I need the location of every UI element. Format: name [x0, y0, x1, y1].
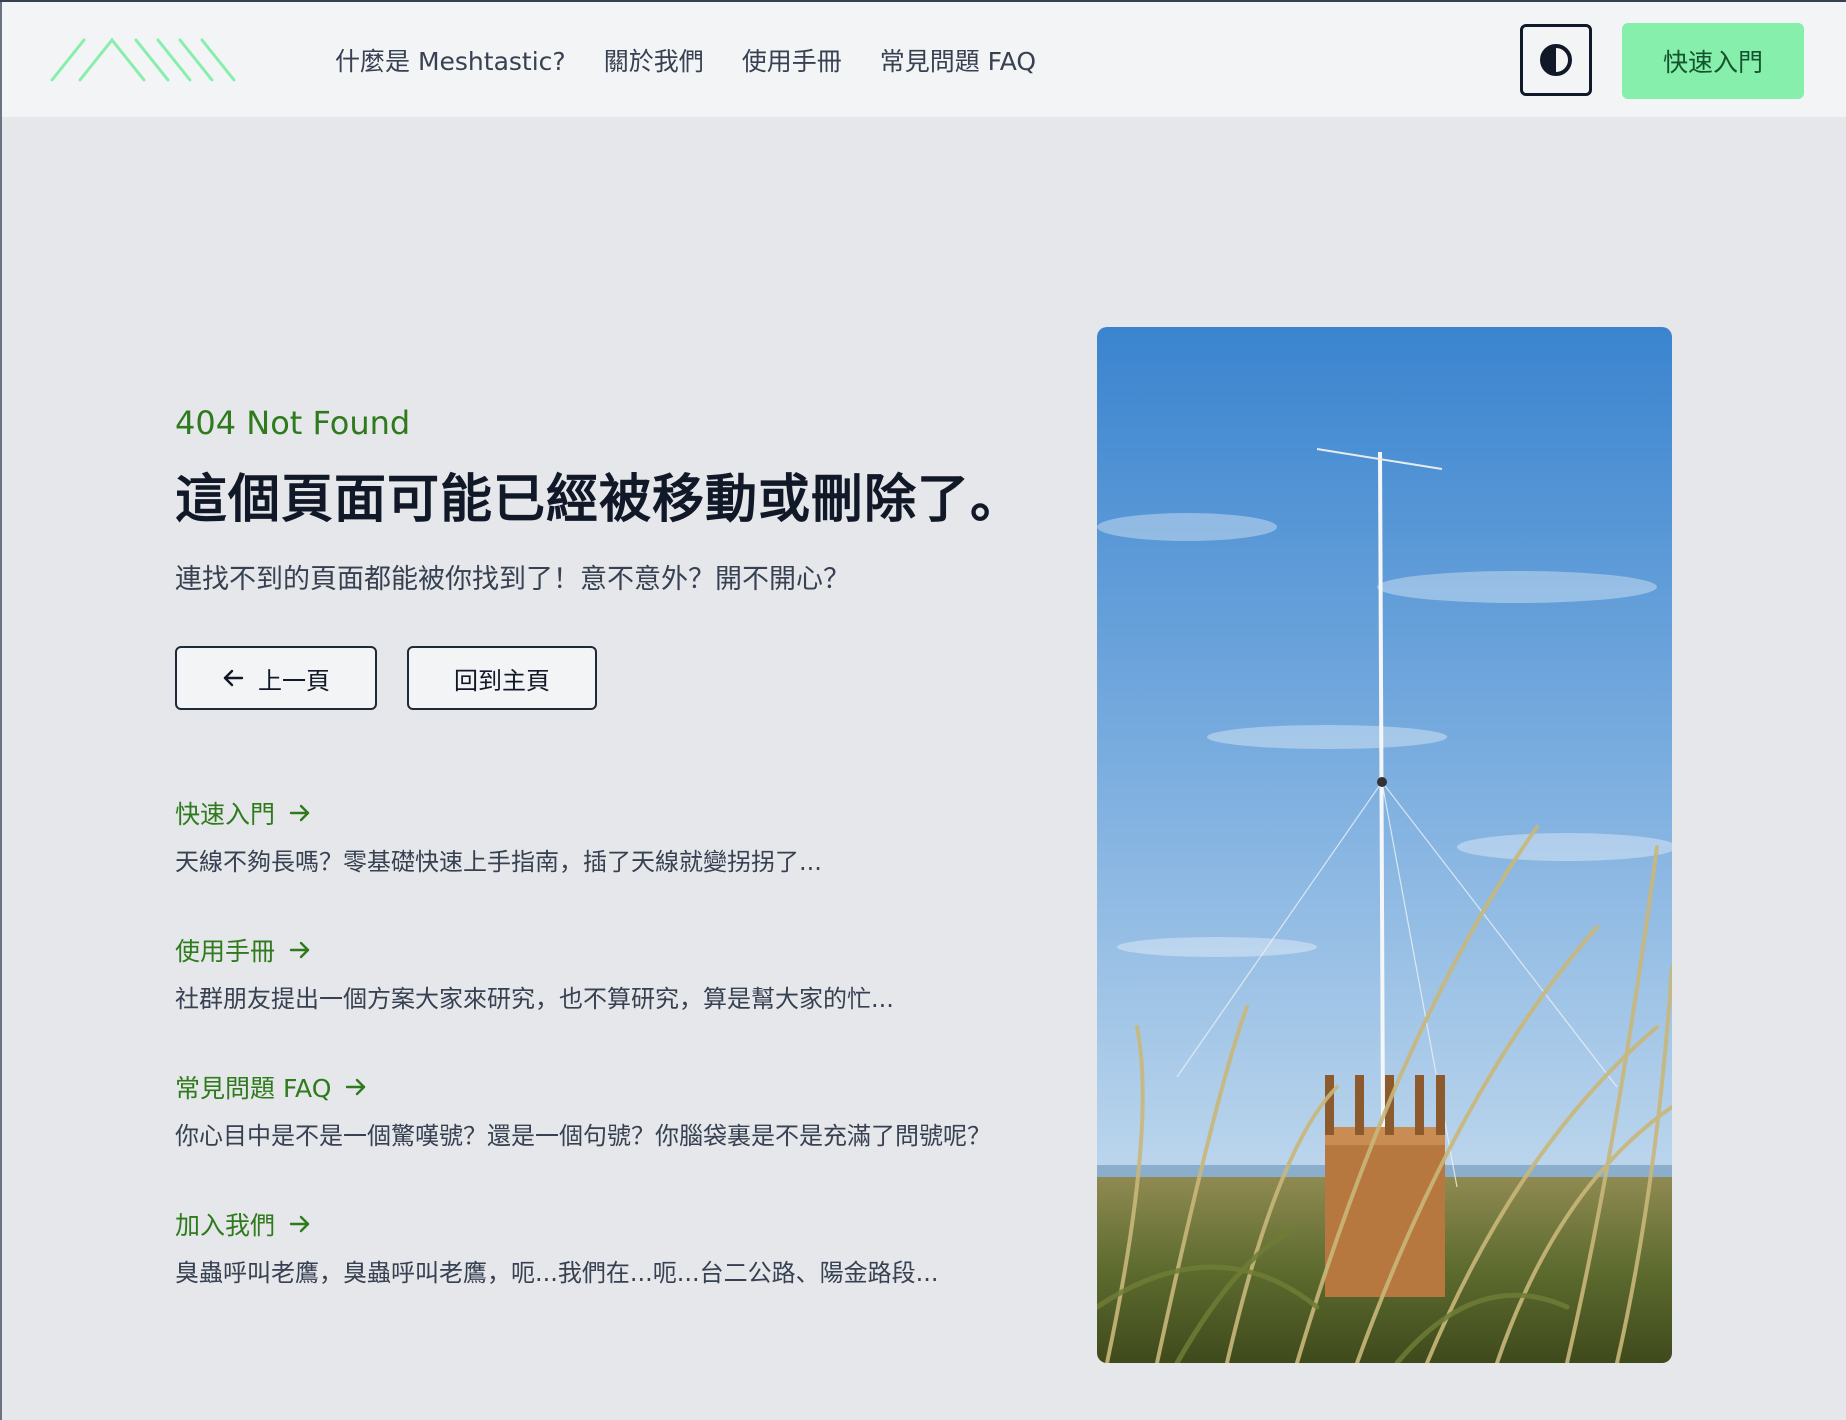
- arrow-right-icon: [346, 1078, 366, 1096]
- list-item: 快速入門 天線不夠長嗎？零基礎快速上手指南，插了天線就變拐拐了...: [175, 792, 1075, 929]
- list-item: 使用手冊 社群朋友提出一個方案大家來研究，也不算研究，算是幫大家的忙...: [175, 929, 1075, 1066]
- arrow-right-icon: [289, 1215, 310, 1233]
- link-title: 常見問題 FAQ: [175, 1074, 332, 1103]
- link-quick-start[interactable]: 快速入門: [175, 792, 1075, 834]
- error-content: 404 Not Found 這個頁面可能已經被移動或刪除了。 連找不到的頁面都能…: [175, 400, 1055, 710]
- page-title: 這個頁面可能已經被移動或刪除了。: [175, 470, 1024, 530]
- link-join-us[interactable]: 加入我們: [175, 1203, 1075, 1245]
- link-description: 天線不夠長嗎？零基礎快速上手指南，插了天線就變拐拐了...: [175, 848, 822, 876]
- list-item: 常見問題 FAQ 你心目中是不是一個驚嘆號？還是一個句號？你腦袋裏是不是充滿了問…: [175, 1066, 1075, 1203]
- back-button-label: 上一頁: [258, 666, 330, 695]
- link-description: 你心目中是不是一個驚嘆號？還是一個句號？你腦袋裏是不是充滿了問號呢？: [175, 1122, 991, 1150]
- error-code: 404 Not Found: [175, 404, 411, 442]
- arrow-right-icon: [289, 804, 310, 822]
- main-nav: 什麼是 Meshtastic? 關於我們 使用手冊 常見問題 FAQ: [335, 2, 1036, 117]
- link-description: 臭蟲呼叫老鷹，臭蟲呼叫老鷹，呃...我們在...呃...台二公路、陽金路段...: [175, 1259, 939, 1287]
- site-header: 什麼是 Meshtastic? 關於我們 使用手冊 常見問題 FAQ 快速入門: [2, 2, 1846, 117]
- contrast-icon: [1540, 44, 1572, 76]
- list-item: 加入我們 臭蟲呼叫老鷹，臭蟲呼叫老鷹，呃...我們在...呃...台二公路、陽金…: [175, 1203, 1075, 1340]
- link-user-manual[interactable]: 使用手冊: [175, 929, 1075, 971]
- nav-what-is-meshtastic[interactable]: 什麼是 Meshtastic?: [335, 42, 566, 78]
- nav-about-us[interactable]: 關於我們: [604, 42, 704, 78]
- back-button[interactable]: 上一頁: [175, 646, 377, 710]
- antenna-photo: [1097, 327, 1672, 1363]
- arrow-left-icon: [223, 669, 244, 687]
- link-faq[interactable]: 常見問題 FAQ: [175, 1066, 1075, 1108]
- link-title: 快速入門: [175, 800, 276, 829]
- quick-start-button[interactable]: 快速入門: [1622, 23, 1804, 99]
- home-button-label: 回到主頁: [454, 666, 550, 695]
- home-button[interactable]: 回到主頁: [407, 646, 597, 710]
- nav-user-manual[interactable]: 使用手冊: [742, 42, 842, 78]
- link-title: 加入我們: [175, 1211, 276, 1240]
- theme-toggle-button[interactable]: [1520, 24, 1592, 96]
- error-subtext: 連找不到的頁面都能被你找到了！意不意外？開不開心？: [175, 564, 850, 595]
- link-title: 使用手冊: [175, 937, 276, 966]
- meshtastic-logo-icon[interactable]: [50, 37, 276, 82]
- nav-faq[interactable]: 常見問題 FAQ: [880, 42, 1036, 78]
- link-description: 社群朋友提出一個方案大家來研究，也不算研究，算是幫大家的忙...: [175, 985, 894, 1013]
- arrow-right-icon: [289, 941, 310, 959]
- action-buttons: 上一頁 回到主頁: [175, 646, 1055, 710]
- window-frame-left: [0, 0, 2, 1420]
- helpful-links: 快速入門 天線不夠長嗎？零基礎快速上手指南，插了天線就變拐拐了... 使用手冊 …: [175, 792, 1075, 1340]
